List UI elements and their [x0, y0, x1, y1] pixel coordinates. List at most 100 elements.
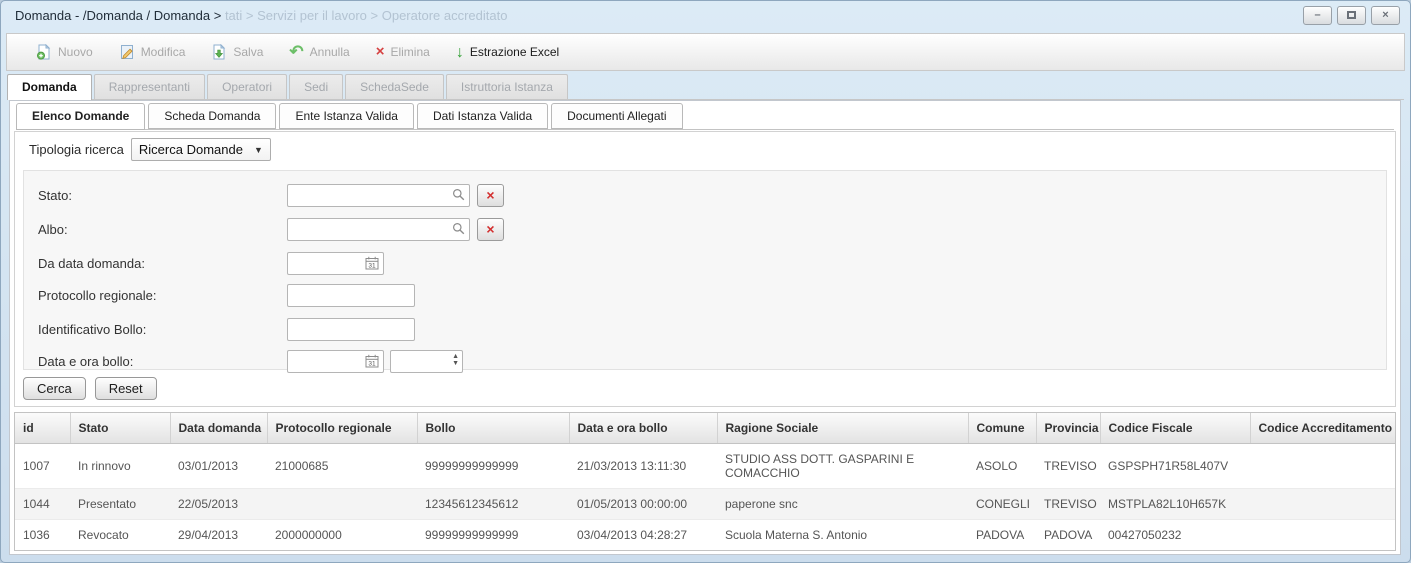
breadcrumb-faded-text: tati > Servizi per il lavoro > Operatore… [225, 8, 508, 23]
identificativo-bollo-row: Identificativo Bollo: [32, 317, 1378, 341]
nuovo-button[interactable]: Nuovo [23, 40, 106, 64]
clear-icon: × [486, 221, 494, 237]
albo-label: Albo: [32, 222, 287, 237]
cell-data-domanda: 03/01/2013 [170, 444, 267, 489]
tab-elenco-domande[interactable]: Elenco Domande [16, 103, 145, 130]
tab-scheda-domanda[interactable]: Scheda Domanda [148, 103, 276, 129]
cell-ragione-sociale: Scuola Materna S. Antonio [717, 520, 968, 551]
tab-documenti-allegati[interactable]: Documenti Allegati [551, 103, 682, 129]
svg-text:31: 31 [368, 262, 376, 269]
cell-codice-accreditamento [1250, 520, 1395, 551]
cell-provincia: TREVISO [1036, 489, 1100, 520]
albo-clear-button[interactable]: × [477, 218, 504, 241]
tab-rappresentanti-label: Rappresentanti [109, 80, 190, 94]
tab-rappresentanti[interactable]: Rappresentanti [94, 74, 205, 99]
clear-icon: × [486, 187, 494, 203]
tab-sedi[interactable]: Sedi [289, 74, 343, 99]
tab-istruttoria-istanza-label: Istruttoria Istanza [461, 80, 553, 94]
cell-stato: In rinnovo [70, 444, 170, 489]
data-e-ora-bollo-label: Data e ora bollo: [32, 354, 287, 369]
calendar-icon[interactable]: 31 [365, 354, 379, 368]
cell-protocollo-regionale [267, 489, 417, 520]
identificativo-bollo-input[interactable] [287, 318, 415, 341]
cell-id: 1007 [15, 444, 70, 489]
elimina-label: Elimina [390, 45, 429, 59]
stato-row: Stato: × [32, 183, 1378, 207]
undo-icon: ↶ [289, 45, 303, 59]
table-header-row: id Stato Data domanda Protocollo regiona… [15, 413, 1395, 444]
table-row[interactable]: 1036 Revocato 29/04/2013 2000000000 9999… [15, 520, 1395, 551]
window-titlebar: Domanda - /Domanda / Domanda > tati > Se… [1, 1, 1410, 31]
cell-id: 1036 [15, 520, 70, 551]
cell-bollo: 99999999999999 [417, 520, 569, 551]
annulla-button[interactable]: ↶ Annulla [276, 41, 362, 63]
cell-data-domanda: 29/04/2013 [170, 520, 267, 551]
da-data-domanda-field: 31 [287, 252, 384, 275]
column-header-codice-fiscale[interactable]: Codice Fiscale [1100, 413, 1250, 444]
tipologia-ricerca-value: Ricerca Domande [139, 142, 243, 157]
save-icon [211, 44, 227, 60]
cell-ragione-sociale: STUDIO ASS DOTT. GASPARINI E COMACCHIO [717, 444, 968, 489]
maximize-button[interactable] [1337, 6, 1366, 25]
table-row[interactable]: 1044 Presentato 22/05/2013 1234561234561… [15, 489, 1395, 520]
time-spinner: ▲ ▼ [452, 353, 459, 367]
column-header-data-e-ora-bollo[interactable]: Data e ora bollo [569, 413, 717, 444]
spinner-up-icon[interactable]: ▲ [452, 353, 459, 360]
spinner-down-icon[interactable]: ▼ [452, 360, 459, 367]
tab-ente-istanza-valida[interactable]: Ente Istanza Valida [279, 103, 414, 129]
column-header-stato[interactable]: Stato [70, 413, 170, 444]
search-icon[interactable] [452, 222, 465, 235]
salva-button[interactable]: Salva [198, 40, 276, 64]
tab-dati-istanza-valida-label: Dati Istanza Valida [433, 109, 532, 123]
cell-codice-fiscale: 00427050232 [1100, 520, 1250, 551]
nuovo-label: Nuovo [58, 45, 93, 59]
close-button[interactable]: × [1371, 6, 1400, 25]
search-icon[interactable] [452, 188, 465, 201]
tipologia-ricerca-select[interactable]: Ricerca Domande ▼ [131, 138, 271, 161]
albo-input[interactable] [287, 218, 470, 241]
column-header-comune[interactable]: Comune [968, 413, 1036, 444]
protocollo-regionale-input[interactable] [287, 284, 415, 307]
application-window: Domanda - /Domanda / Domanda > tati > Se… [0, 0, 1411, 563]
tab-schedasede[interactable]: SchedaSede [345, 74, 444, 99]
tipologia-row: Tipologia ricerca Ricerca Domande ▼ [15, 132, 1395, 167]
tab-sedi-label: Sedi [304, 80, 328, 94]
tab-operatori[interactable]: Operatori [207, 74, 287, 99]
cerca-button[interactable]: Cerca [23, 377, 86, 400]
calendar-icon[interactable]: 31 [365, 256, 379, 270]
protocollo-regionale-row: Protocollo regionale: [32, 283, 1378, 307]
column-header-bollo[interactable]: Bollo [417, 413, 569, 444]
reset-button[interactable]: Reset [95, 377, 157, 400]
column-header-id[interactable]: id [15, 413, 70, 444]
close-icon: × [1382, 9, 1388, 21]
cell-protocollo-regionale: 2000000000 [267, 520, 417, 551]
cell-id: 1044 [15, 489, 70, 520]
stato-input[interactable] [287, 184, 470, 207]
cell-codice-accreditamento [1250, 444, 1395, 489]
column-header-data-domanda[interactable]: Data domanda [170, 413, 267, 444]
table-row[interactable]: 1007 In rinnovo 03/01/2013 21000685 9999… [15, 444, 1395, 489]
search-form: Stato: × Albo: [23, 170, 1387, 370]
column-header-protocollo-regionale[interactable]: Protocollo regionale [267, 413, 417, 444]
minimize-icon: – [1314, 9, 1320, 21]
tab-dati-istanza-valida[interactable]: Dati Istanza Valida [417, 103, 548, 129]
estrazione-excel-label: Estrazione Excel [470, 45, 559, 59]
column-header-codice-accreditamento[interactable]: Codice Accreditamento [1250, 413, 1395, 444]
cell-codice-fiscale: GSPSPH71R58L407V [1100, 444, 1250, 489]
elimina-button[interactable]: × Elimina [363, 41, 443, 63]
column-header-provincia[interactable]: Provincia [1036, 413, 1100, 444]
albo-lookup [287, 218, 470, 241]
modifica-button[interactable]: Modifica [106, 40, 199, 64]
window-title: Domanda - /Domanda / Domanda > tati > Se… [15, 8, 507, 23]
minimize-button[interactable]: – [1303, 6, 1332, 25]
stato-clear-button[interactable]: × [477, 184, 504, 207]
cell-data-e-ora-bollo: 01/05/2013 00:00:00 [569, 489, 717, 520]
estrazione-excel-button[interactable]: ↓ Estrazione Excel [443, 41, 572, 64]
tab-elenco-domande-label: Elenco Domande [32, 109, 129, 123]
tab-domanda[interactable]: Domanda [7, 74, 92, 100]
tab-istruttoria-istanza[interactable]: Istruttoria Istanza [446, 74, 568, 99]
column-header-ragione-sociale[interactable]: Ragione Sociale [717, 413, 968, 444]
annulla-label: Annulla [310, 45, 350, 59]
albo-row: Albo: × [32, 217, 1378, 241]
ora-bollo-field: ▲ ▼ [390, 350, 463, 373]
